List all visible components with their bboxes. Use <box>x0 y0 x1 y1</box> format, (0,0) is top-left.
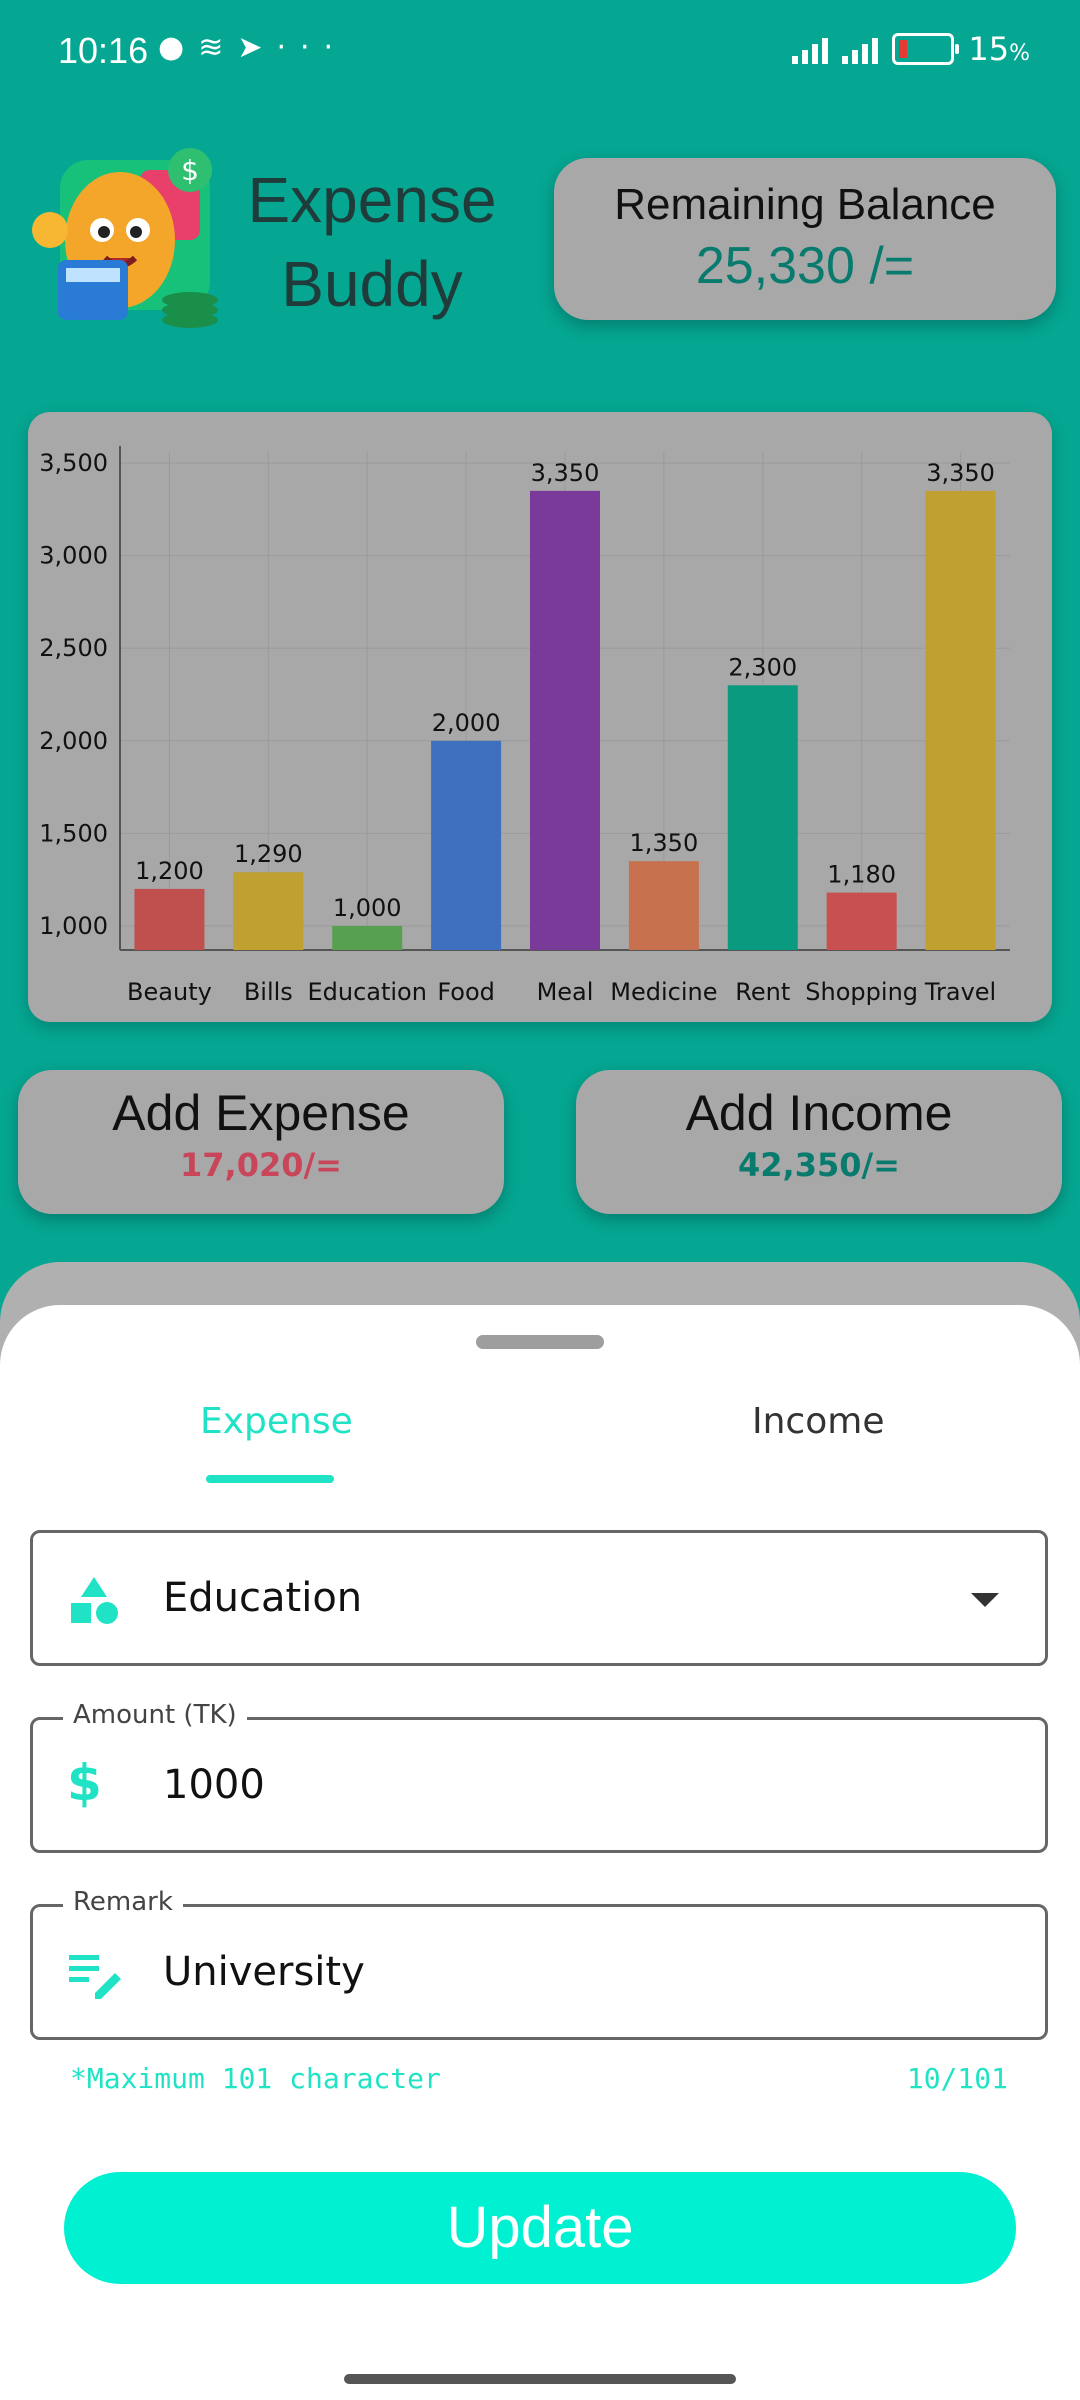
svg-text:$: $ <box>181 154 199 187</box>
bar-value-label: 1,180 <box>827 861 896 889</box>
bar-value-label: 1,200 <box>135 857 204 885</box>
category-value: Education <box>163 1575 363 1621</box>
bar-meal <box>530 490 600 950</box>
remark-field[interactable]: Remark University <box>30 1887 1048 2040</box>
bar-bills <box>233 872 304 950</box>
remaining-balance-card: Remaining Balance 25,330 /= <box>554 158 1056 320</box>
bar-rent <box>727 685 798 950</box>
edit-note-icon <box>69 1955 121 1999</box>
category-shapes-icon <box>71 1577 118 1624</box>
balance-value: 25,330 /= <box>695 237 915 295</box>
app-logo-icon: $ <box>32 148 218 328</box>
update-button[interactable]: Update <box>64 2172 1016 2284</box>
more-icon: ··· <box>276 30 348 65</box>
chat-icon: ● <box>158 30 199 65</box>
total-income-value: 42,350/= <box>738 1146 900 1184</box>
amount-input[interactable]: 1000 <box>163 1762 265 1808</box>
remark-char-counter: 10/101 <box>906 2062 1008 2095</box>
bar-shopping <box>826 892 897 950</box>
drag-handle[interactable] <box>476 1335 604 1349</box>
expense-chart-card: 1,000 1,500 2,000 2,500 3,000 3,500 1,200 Beaut… <box>28 412 1052 1022</box>
y-tick-label: 1,000 <box>39 912 108 940</box>
bar-beauty <box>134 888 205 950</box>
signal-icon-2 <box>842 34 879 64</box>
battery-percent: 15% <box>968 30 1030 68</box>
clock: 10:16 <box>58 30 149 71</box>
x-tick-label: Medicine <box>610 978 717 1006</box>
bar-value-label: 2,300 <box>728 653 797 681</box>
expense-bar-chart: 1,000 1,500 2,000 2,500 3,000 3,500 1,200 Beaut… <box>39 446 1010 1006</box>
dropdown-arrow-icon <box>971 1593 999 1607</box>
x-tick-label: Bills <box>244 978 293 1006</box>
add-expense-label: Add Expense <box>112 1085 410 1141</box>
x-tick-label: Food <box>437 978 495 1006</box>
add-expense-button[interactable]: Add Expense 17,020/= <box>18 1070 504 1214</box>
bar-value-label: 1,350 <box>630 829 699 857</box>
x-tick-label: Beauty <box>127 978 212 1006</box>
home-indicator[interactable] <box>344 2374 736 2384</box>
status-bar: 10:16 ●≋➤··· 15% <box>0 0 1080 110</box>
x-tick-label: Education <box>307 978 426 1006</box>
add-income-button[interactable]: Add Income 42,350/= <box>576 1070 1062 1214</box>
remark-max-hint: *Maximum 101 character <box>70 2062 441 2095</box>
y-tick-label: 2,000 <box>39 727 108 755</box>
bar-value-label: 2,000 <box>432 709 501 737</box>
y-tick-label: 3,000 <box>39 542 108 570</box>
tab-indicator <box>206 1475 334 1483</box>
bar-travel <box>925 490 996 950</box>
signal-icon <box>792 34 829 64</box>
y-tick-label: 1,500 <box>39 819 108 847</box>
total-expense-value: 17,020/= <box>180 1146 342 1184</box>
balance-label: Remaining Balance <box>614 180 996 229</box>
app-title: Expense Buddy <box>247 164 497 320</box>
add-income-label: Add Income <box>685 1085 953 1141</box>
tab-expense[interactable]: Expense <box>200 1401 353 1442</box>
battery-icon <box>892 33 960 65</box>
bar-value-label: 1,290 <box>234 840 303 868</box>
remark-input[interactable]: University <box>163 1949 365 1995</box>
remark-label: Remark <box>63 1887 183 1917</box>
amount-field[interactable]: Amount (TK) $ 1000 <box>30 1700 1048 1853</box>
category-dropdown[interactable]: Education <box>30 1530 1048 1666</box>
x-tick-label: Rent <box>735 978 790 1006</box>
x-tick-label: Meal <box>537 978 594 1006</box>
bar-medicine <box>628 861 699 950</box>
y-tick-label: 2,500 <box>39 634 108 662</box>
bar-food <box>431 740 502 950</box>
y-tick-label: 3,500 <box>39 449 108 477</box>
x-tick-label: Travel <box>924 978 996 1006</box>
tab-income[interactable]: Income <box>752 1401 884 1442</box>
x-tick-label: Shopping <box>805 978 918 1006</box>
telegram-icon: ➤ <box>237 30 277 65</box>
bar-education <box>332 925 403 950</box>
dollar-icon: $ <box>67 1754 102 1812</box>
bar-value-label: 3,350 <box>531 459 600 487</box>
notification-icons: ●≋➤··· <box>158 30 347 65</box>
layers-icon: ≋ <box>198 30 238 65</box>
bar-value-label: 1,000 <box>333 894 402 922</box>
bar-value-label: 3,350 <box>926 459 995 487</box>
amount-label: Amount (TK) <box>63 1700 247 1730</box>
